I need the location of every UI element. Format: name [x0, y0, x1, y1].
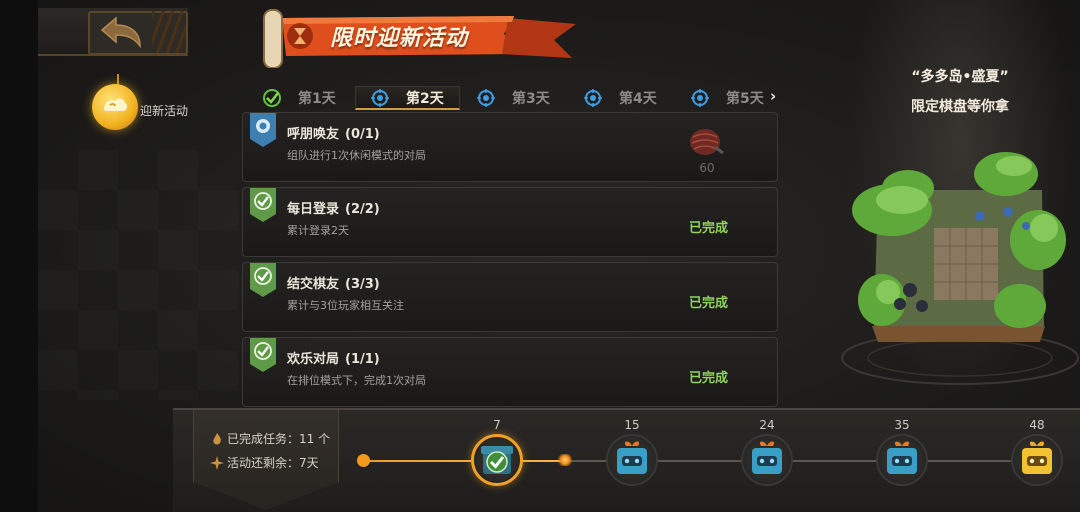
- target-icon: [691, 89, 709, 107]
- target-icon: [371, 88, 389, 107]
- tab-label: 第3天: [512, 91, 550, 107]
- completed-badge-icon: [250, 263, 276, 297]
- blue-gift-box-icon: [887, 441, 917, 474]
- tab-day-1[interactable]: 第1天: [248, 86, 353, 110]
- in-progress-badge-icon: [250, 113, 276, 147]
- task-description: 在排位模式下，完成1次对局: [287, 374, 426, 387]
- remaining-time-row: 活动还剩余：7天: [210, 454, 319, 471]
- task-item[interactable]: 结交棋友 (3/3) 累计与3位玩家相互关注 已完成: [242, 262, 778, 332]
- task-progress: (1/1): [345, 352, 380, 367]
- milestone-value: 7: [493, 418, 501, 432]
- task-status: 已完成: [689, 371, 729, 386]
- title-banner: 限时迎新活动: [258, 4, 578, 68]
- check-circle-icon: [263, 89, 281, 107]
- tab-label: 第5天: [726, 91, 764, 107]
- tab-label: 第2天: [406, 90, 444, 107]
- progress-start-dot: [357, 454, 370, 467]
- task-title: 欢乐对局 (1/1): [287, 348, 380, 367]
- tab-day-2[interactable]: 第2天: [355, 86, 460, 110]
- sidebar-item-newcomer-event[interactable]: 迎新活动: [92, 74, 202, 134]
- task-list: 呼朋唤友 (0/1) 组队进行1次休闲模式的对局 60 每日登录 (2/2) 累…: [242, 112, 778, 412]
- target-icon: [584, 89, 602, 107]
- tab-label: 第1天: [298, 91, 336, 107]
- milestone-reward[interactable]: 24: [739, 418, 795, 508]
- milestone-value: 35: [894, 418, 910, 432]
- tab-day-4[interactable]: 第4天: [569, 86, 674, 110]
- task-progress: (3/3): [345, 277, 380, 292]
- milestone-value: 15: [624, 418, 640, 432]
- completed-tasks-row: 已完成任务：11 个: [210, 430, 330, 447]
- blue-gift-box-icon: [752, 441, 782, 474]
- day-tabs: 第1天 第2天 第3天 第4天 第5天 ›: [248, 86, 783, 110]
- left-edge: [0, 0, 38, 512]
- milestone-value: 48: [1029, 418, 1045, 432]
- milestone-reward[interactable]: 48: [1009, 418, 1065, 508]
- page-title: 限时迎新活动: [330, 26, 469, 51]
- tab-label: 第4天: [619, 91, 657, 107]
- gold-gift-box-icon: [1022, 441, 1052, 474]
- claimed-gift-box-icon: [481, 446, 513, 474]
- sidebar-item-label: 迎新活动: [140, 104, 189, 118]
- tab-day-3[interactable]: 第3天: [462, 86, 567, 110]
- task-status: 已完成: [689, 221, 729, 236]
- task-name: 每日登录: [287, 202, 340, 217]
- task-progress: (2/2): [345, 202, 380, 217]
- completed-tasks-text: 已完成任务：11 个: [227, 432, 331, 446]
- summary-box: 已完成任务：11 个 活动还剩余：7天: [193, 410, 339, 510]
- task-status: 已完成: [689, 296, 729, 311]
- background-chess-pattern: [38, 150, 238, 400]
- target-icon: [477, 89, 495, 107]
- task-description: 累计与3位玩家相互关注: [287, 299, 404, 312]
- task-name: 欢乐对局: [287, 352, 340, 367]
- progress-spark: [555, 454, 574, 466]
- task-item[interactable]: 每日登录 (2/2) 累计登录2天 已完成: [242, 187, 778, 257]
- task-progress: (0/1): [345, 127, 380, 142]
- task-item[interactable]: 呼朋唤友 (0/1) 组队进行1次休闲模式的对局 60: [242, 112, 778, 182]
- back-button-decoration: [152, 11, 186, 53]
- remaining-time-text: 活动还剩余：7天: [227, 456, 319, 470]
- reward-amount: 60: [699, 161, 715, 175]
- promo-subtitle: 限定棋盘等你拿: [911, 99, 1009, 115]
- task-title: 每日登录 (2/2): [287, 198, 380, 217]
- task-title: 结交棋友 (3/3): [287, 273, 380, 292]
- completed-badge-icon: [250, 188, 276, 222]
- progress-fill: [363, 460, 565, 462]
- summer-island-chessboard-image[interactable]: [830, 130, 1080, 390]
- back-arrow-icon: [100, 16, 141, 49]
- completed-badge-icon: [250, 338, 276, 372]
- milestone-reward[interactable]: 7: [469, 418, 525, 508]
- tabs-next-chevron-icon[interactable]: ›: [770, 87, 776, 105]
- game-screen: 迎新活动 限时迎新活动 第1天 第2天 第3天 第4天 第5天 › 呼朋唤友 (…: [0, 0, 1080, 512]
- chess-piece-reward-icon: [690, 129, 724, 155]
- back-button[interactable]: [38, 8, 188, 56]
- milestone-reward[interactable]: 15: [604, 418, 660, 508]
- sparkle-icon: [210, 455, 224, 470]
- task-description: 累计登录2天: [287, 224, 349, 237]
- task-description: 组队进行1次休闲模式的对局: [287, 149, 426, 162]
- tab-day-5[interactable]: 第5天: [676, 86, 781, 110]
- promo-title: “多多岛•盛夏”: [911, 69, 1009, 85]
- task-title: 呼朋唤友 (0/1): [287, 123, 380, 142]
- flame-icon: [213, 432, 221, 444]
- milestone-reward[interactable]: 35: [874, 418, 930, 508]
- blue-gift-box-icon: [617, 441, 647, 474]
- task-item[interactable]: 欢乐对局 (1/1) 在排位模式下，完成1次对局 已完成: [242, 337, 778, 407]
- event-coin-icon: [92, 84, 138, 130]
- task-name: 呼朋唤友: [287, 127, 340, 142]
- task-name: 结交棋友: [287, 277, 340, 292]
- task-reward: 60: [687, 125, 731, 175]
- progress-panel: 已完成任务：11 个 活动还剩余：7天 7 15 24 35 48: [173, 408, 1080, 512]
- milestone-value: 24: [759, 418, 775, 432]
